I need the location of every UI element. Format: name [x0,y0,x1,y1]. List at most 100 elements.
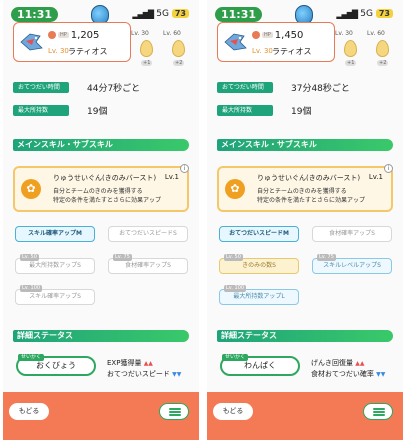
ingredient-slot-1[interactable]: Lv. 30 +1 [335,30,363,66]
subskill-2[interactable]: 食材確率アップS [312,226,392,242]
subskill-unlock-level: Lv. 75 [113,254,132,261]
main-skill-desc-line-1: 自分とチームのきのみを獲得する [257,188,347,195]
help-interval-value: 44分7秒ごと [87,84,141,94]
main-skill-desc-line-1: 自分とチームのきのみを獲得する [53,188,143,195]
info-icon[interactable]: i [384,164,393,173]
pokemon-level: Lv. 30 [48,47,69,55]
subskill-4[interactable]: Lv. 75 食材確率アップS [108,254,188,274]
footer-bar: もどる [3,392,199,440]
network-label: 5G [360,9,373,19]
subskill-label: 食材確率アップS [125,262,171,269]
help-interval-value: 37分48秒ごと [291,84,350,94]
subskill-label: スキル確率アップM [28,230,82,237]
network-label: 5G [156,9,169,19]
ingredient-count: +2 [173,60,185,66]
berry-burst-icon: ✿ [225,179,245,199]
main-skill-name: りゅうせいぐん(きのみバースト) [257,174,361,182]
main-skill-description: 自分とチームのきのみを獲得する 特定の条件を満たすとさらに効果アップ [53,187,183,205]
main-skill-level: Lv.1 [164,173,179,181]
nature-tag: せいかく [222,354,249,361]
back-button[interactable]: もどる [9,403,49,420]
pokemon-name: ラティオス [68,47,108,56]
ingredient-level: Lv. 30 [335,30,353,37]
subskill-5[interactable]: Lv. 100 最大所持数アップL [219,285,299,305]
egg-icon [172,40,185,57]
menu-button[interactable] [363,403,393,420]
footer-bar: もどる [207,392,403,440]
detail-status-section-header: 詳細ステータス [13,330,189,342]
main-skill-desc-line-2: 特定の条件を満たすとさらに効果アップ [257,197,366,204]
subskill-label: スキル確率アップS [29,293,81,300]
ingredient-level: Lv. 60 [367,30,385,37]
down-arrows-icon: ▼▼ [172,371,182,378]
clock: 11:31 [11,7,59,22]
back-button[interactable]: もどる [213,403,253,420]
hp-pill: HP [262,32,273,38]
pokemon-level: Lv. 30 [252,47,273,55]
subskill-1[interactable]: おてつだいスピードM [219,226,299,242]
subskill-label: きのみの数S [242,262,276,269]
status-bar: 11:31 ▂▄▆█ 5G 73 [3,5,199,25]
status-bar: 11:31 ▂▄▆█ 5G 73 [207,5,403,25]
pokemon-card[interactable]: HP 1,205 Lv. 30 ラティオス [13,22,131,62]
main-skill-section-header: メインスキル・サブスキル [13,139,189,151]
subskill-unlock-level: Lv. 50 [20,254,39,261]
nature-effect-up: げんき回復量 ▲▲ [311,358,364,368]
signal-icon: ▂▄▆█ [336,10,358,19]
info-icon[interactable]: i [180,164,189,173]
latios-icon [20,33,43,51]
max-carry-label: 最大所持数 [217,105,273,116]
ingredient-slot-1[interactable]: Lv. 30 +1 [131,30,159,66]
subskill-1[interactable]: スキル確率アップM [15,226,95,242]
menu-button[interactable] [159,403,189,420]
ingredient-count: +2 [377,60,389,66]
subskill-3[interactable]: Lv. 50 きのみの数S [219,254,299,274]
ingredient-slot-2[interactable]: Lv. 60 +2 [163,30,191,66]
pokemon-card[interactable]: HP 1,450 Lv. 30 ラティオス [217,22,335,62]
pokemon-name: ラティオス [272,47,312,56]
down-arrows-icon: ▼▼ [376,371,386,378]
pokemon-strength: HP 1,205 [48,30,99,41]
subskill-label: 最大所持数アップS [29,262,81,269]
strength-value: 1,450 [274,30,304,41]
hp-pill: HP [58,32,69,38]
subskill-label: おてつだいスピードS [119,230,177,237]
main-skill-desc-line-2: 特定の条件を満たすとさらに効果アップ [53,197,162,204]
max-carry-label: 最大所持数 [13,105,69,116]
main-skill-name: りゅうせいぐん(きのみバースト) [53,174,157,182]
nature-effect-label: おてつだいスピード [107,370,170,378]
pokemon-detail-panel-right: 11:31 ▂▄▆█ 5G 73 HP 1,450 Lv. 30 ラティオス Lv… [207,0,403,440]
subskill-label: おてつだいスピードM [229,230,289,237]
subskill-label: 食材確率アップS [329,230,375,237]
nature-effect-label: 食材おてつだい確率 [311,370,374,378]
max-carry-value: 19個 [291,107,312,117]
subskill-unlock-level: Lv. 100 [224,285,247,292]
subskill-unlock-level: Lv. 50 [224,254,243,261]
subskill-5[interactable]: Lv. 100 スキル確率アップS [15,285,95,305]
subskill-2[interactable]: おてつだいスピードS [108,226,188,242]
strength-value: 1,205 [70,30,100,41]
pokemon-detail-panel-left: 11:31 ▂▄▆█ 5G 73 HP 1,205 Lv. 30 ラティオス Lv… [3,0,199,440]
ingredient-slot-2[interactable]: Lv. 60 +2 [367,30,395,66]
clock: 11:31 [215,7,263,22]
subskill-3[interactable]: Lv. 50 最大所持数アップS [15,254,95,274]
main-skill-card[interactable]: ✿ りゅうせいぐん(きのみバースト) Lv.1 自分とチームのきのみを獲得する … [13,164,189,212]
nature-effect-up: EXP獲得量 ▲▲ [107,358,153,368]
help-interval-label: おてつだい時間 [13,82,69,93]
subskill-unlock-level: Lv. 75 [317,254,336,261]
signal-icon: ▂▄▆█ [132,10,154,19]
egg-icon [376,40,389,57]
ingredient-level: Lv. 30 [131,30,149,37]
max-carry-value: 19個 [87,107,108,117]
hamburger-icon [373,408,385,410]
subskill-4[interactable]: Lv. 75 スキルレベルアップS [312,254,392,274]
ingredient-slots: Lv. 30 +1 Lv. 60 +2 [335,30,401,68]
subskill-unlock-level: Lv. 100 [20,285,43,292]
nature-effect-down: おてつだいスピード ▼▼ [107,369,181,379]
battery-level: 73 [171,9,189,18]
egg-icon [140,40,153,57]
nature-effect-down: 食材おてつだい確率 ▼▼ [311,369,385,379]
help-interval-label: おてつだい時間 [217,82,273,93]
main-skill-card[interactable]: ✿ りゅうせいぐん(きのみバースト) Lv.1 自分とチームのきのみを獲得する … [217,164,393,212]
ingredient-count: +1 [345,60,357,66]
